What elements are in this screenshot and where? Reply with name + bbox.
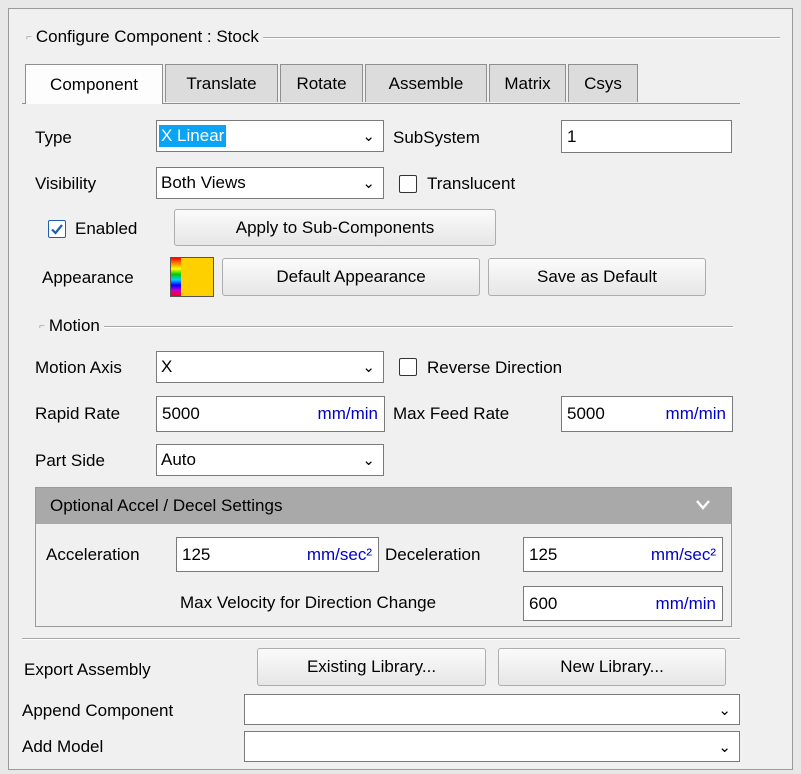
- tab-translate[interactable]: Translate: [165, 64, 278, 102]
- tab-label: Translate: [186, 73, 257, 93]
- chevron-down-icon: ⌄: [362, 128, 375, 145]
- tab-label: Assemble: [388, 73, 464, 93]
- type-select[interactable]: X Linear ⌄: [156, 120, 384, 152]
- appearance-label: Appearance: [42, 268, 134, 287]
- max-velocity-value: 600: [529, 593, 558, 613]
- visibility-value: Both Views: [161, 173, 246, 192]
- max-velocity-label: Max Velocity for Direction Change: [180, 593, 437, 612]
- motion-group-line: [35, 326, 733, 328]
- deceleration-unit: mm/sec²: [650, 544, 716, 564]
- button-label: Existing Library...: [306, 657, 437, 676]
- tab-assemble[interactable]: Assemble: [365, 64, 487, 102]
- group-tick-icon: ⌐: [39, 320, 45, 332]
- chevron-down-icon: ⌄: [718, 701, 731, 719]
- tab-matrix[interactable]: Matrix: [489, 64, 566, 102]
- tab-component[interactable]: Component: [25, 64, 163, 104]
- reverse-direction-label: Reverse Direction: [427, 358, 563, 377]
- panel-title: Configure Component : Stock: [35, 27, 259, 46]
- chevron-down-icon: ⌄: [362, 359, 375, 376]
- chevron-down-icon: ⌄: [362, 452, 375, 469]
- max-feed-rate-value: 5000: [567, 404, 605, 423]
- motion-axis-label: Motion Axis: [35, 358, 122, 377]
- accel-decel-header[interactable]: Optional Accel / Decel Settings: [36, 488, 731, 524]
- add-model-label: Add Model: [22, 737, 104, 756]
- acceleration-input[interactable]: 125 mm/sec²: [176, 537, 379, 572]
- reverse-direction-checkbox[interactable]: [399, 358, 417, 376]
- group-tick-icon: ⌐: [26, 31, 32, 43]
- visibility-label: Visibility: [35, 174, 97, 193]
- accel-decel-title: Optional Accel / Decel Settings: [50, 496, 283, 515]
- append-component-select[interactable]: ⌄: [244, 694, 740, 725]
- chevron-down-icon: ⌄: [718, 738, 731, 756]
- subsystem-label: SubSystem: [393, 128, 480, 147]
- enabled-label: Enabled: [75, 219, 138, 238]
- existing-library-button[interactable]: Existing Library...: [257, 648, 486, 686]
- max-feed-rate-label: Max Feed Rate: [393, 404, 510, 423]
- acceleration-label: Acceleration: [46, 545, 140, 564]
- collapse-chevron-icon: [695, 498, 711, 514]
- export-assembly-label: Export Assembly: [24, 660, 151, 679]
- tab-label: Rotate: [296, 73, 347, 93]
- deceleration-value: 125: [529, 544, 558, 564]
- type-value: X Linear: [159, 125, 227, 147]
- rapid-rate-input[interactable]: 5000 mm/min: [156, 396, 385, 432]
- deceleration-input[interactable]: 125 mm/sec²: [523, 537, 723, 572]
- add-model-select[interactable]: ⌄: [244, 731, 740, 762]
- deceleration-label: Deceleration: [385, 545, 481, 564]
- panel-group-header: ⌐ Configure Component : Stock: [22, 26, 263, 48]
- appearance-swatch[interactable]: [170, 257, 214, 297]
- chevron-down-icon: ⌄: [362, 175, 375, 192]
- button-label: Save as Default: [536, 267, 657, 286]
- button-label: Apply to Sub-Components: [235, 217, 435, 237]
- button-label: New Library...: [560, 657, 664, 676]
- tab-label: Csys: [584, 73, 622, 93]
- max-feed-rate-unit: mm/min: [665, 404, 726, 423]
- tab-csys[interactable]: Csys: [568, 64, 638, 102]
- subsystem-input[interactable]: 1: [561, 120, 732, 153]
- max-velocity-unit: mm/min: [655, 593, 716, 613]
- max-feed-rate-input[interactable]: 5000 mm/min: [561, 396, 733, 432]
- tab-rotate[interactable]: Rotate: [280, 64, 363, 102]
- rapid-rate-label: Rapid Rate: [35, 404, 121, 423]
- motion-axis-select[interactable]: X ⌄: [156, 351, 384, 383]
- new-library-button[interactable]: New Library...: [498, 648, 726, 686]
- enabled-checkbox[interactable]: [48, 220, 66, 238]
- translucent-label: Translucent: [427, 174, 516, 193]
- bottom-divider: [22, 638, 740, 640]
- part-side-label: Part Side: [35, 451, 105, 470]
- tab-label: Component: [50, 74, 138, 94]
- append-component-label: Append Component: [22, 701, 174, 720]
- save-as-default-button[interactable]: Save as Default: [488, 258, 706, 296]
- motion-axis-value: X: [161, 357, 173, 376]
- acceleration-value: 125: [182, 544, 211, 564]
- rapid-rate-unit: mm/min: [317, 404, 378, 423]
- translucent-checkbox[interactable]: [399, 175, 417, 193]
- part-side-select[interactable]: Auto ⌄: [156, 444, 384, 476]
- tab-label: Matrix: [504, 73, 551, 93]
- palette-icon: [171, 258, 181, 296]
- default-appearance-button[interactable]: Default Appearance: [222, 258, 480, 296]
- motion-group-header: ⌐ Motion: [35, 315, 104, 337]
- button-label: Default Appearance: [276, 267, 426, 286]
- apply-to-sub-components-button[interactable]: Apply to Sub-Components: [174, 209, 496, 246]
- part-side-value: Auto: [161, 450, 196, 469]
- max-velocity-input[interactable]: 600 mm/min: [523, 586, 723, 621]
- subsystem-value: 1: [567, 126, 577, 146]
- checkmark-icon: [51, 224, 63, 235]
- acceleration-unit: mm/sec²: [306, 544, 372, 564]
- type-label: Type: [35, 128, 72, 147]
- visibility-select[interactable]: Both Views ⌄: [156, 167, 384, 199]
- rapid-rate-value: 5000: [162, 404, 200, 423]
- appearance-color: [181, 258, 213, 296]
- motion-group-title: Motion: [48, 316, 100, 335]
